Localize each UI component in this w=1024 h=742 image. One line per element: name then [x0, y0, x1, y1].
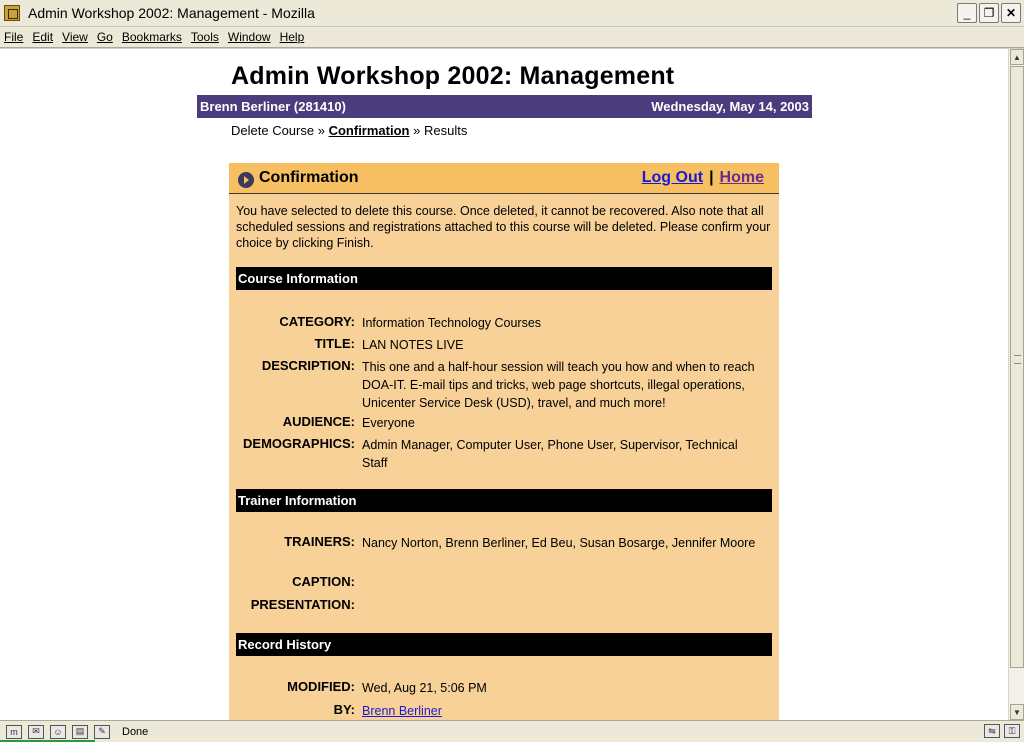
breadcrumb-separator: »	[413, 123, 421, 138]
record-history-heading: Record History	[236, 633, 772, 656]
minimize-button[interactable]: _	[957, 3, 977, 23]
scroll-thumb[interactable]	[1010, 66, 1024, 668]
demographics-value: Admin Manager, Computer User, Phone User…	[362, 438, 738, 470]
trainers-value: Nancy Norton, Brenn Berliner, Ed Beu, Su…	[362, 536, 756, 550]
breadcrumb-delete-course: Delete Course	[231, 123, 315, 138]
menu-file[interactable]: File	[4, 30, 23, 44]
panel-header: Confirmation Log Out | Home	[229, 163, 779, 194]
menu-go[interactable]: Go	[97, 30, 113, 44]
modified-by-link[interactable]: Brenn Berliner	[362, 702, 757, 720]
audience-label: AUDIENCE:	[282, 414, 355, 429]
arrow-right-icon	[238, 172, 254, 188]
menu-tools[interactable]: Tools	[191, 30, 219, 44]
description-label: DESCRIPTION:	[261, 358, 355, 373]
breadcrumb-results: Results	[423, 123, 468, 138]
window-title-bar: Admin Workshop 2002: Management - Mozill…	[0, 0, 1024, 27]
modified-label: MODIFIED:	[287, 679, 355, 694]
window-title: Admin Workshop 2002: Management - Mozill…	[28, 5, 315, 21]
menu-edit[interactable]: Edit	[32, 30, 53, 44]
description-value: This one and a half-hour session will te…	[362, 360, 755, 410]
caption-label: CAPTION:	[292, 574, 355, 589]
presentation-label: PRESENTATION:	[250, 597, 355, 612]
menu-bar: File Edit View Go Bookmarks Tools Window…	[0, 27, 1024, 48]
vertical-scrollbar[interactable]: ▲ ▼	[1008, 49, 1024, 720]
scroll-down-arrow-icon[interactable]: ▼	[1010, 704, 1024, 720]
modified-value: Wed, Aug 21, 5:06 PM	[362, 681, 487, 695]
category-label: CATEGORY:	[279, 314, 355, 329]
mail-icon[interactable]: ✉	[28, 724, 44, 739]
breadcrumb: Delete Course » Confirmation » Results	[231, 123, 467, 138]
title-label: TITLE:	[314, 336, 355, 351]
menu-bookmarks[interactable]: Bookmarks	[122, 30, 182, 44]
audience-value: Everyone	[362, 416, 415, 430]
scroll-up-arrow-icon[interactable]: ▲	[1010, 49, 1024, 65]
breadcrumb-separator: »	[317, 123, 325, 138]
logout-link[interactable]: Log Out	[642, 169, 703, 186]
menu-help[interactable]: Help	[280, 30, 305, 44]
panel-title: Confirmation	[259, 169, 359, 186]
chat-icon[interactable]: ☺	[50, 724, 66, 739]
menu-window[interactable]: Window	[228, 30, 271, 44]
menu-view[interactable]: View	[62, 30, 88, 44]
close-button[interactable]: ✕	[1001, 3, 1021, 23]
trainers-label: TRAINERS:	[284, 534, 355, 549]
title-value: LAN NOTES LIVE	[362, 338, 464, 352]
mozilla-app-icon	[4, 5, 20, 21]
trainer-information-heading: Trainer Information	[236, 489, 772, 512]
breadcrumb-confirmation: Confirmation	[328, 123, 410, 138]
header-links: Log Out | Home	[642, 169, 764, 187]
link-separator: |	[709, 169, 714, 186]
home-link[interactable]: Home	[720, 169, 764, 186]
category-value: Information Technology Courses	[362, 316, 542, 330]
address-book-icon[interactable]: ✎	[94, 724, 110, 739]
user-name: Brenn Berliner (281410)	[200, 99, 346, 114]
confirmation-panel: Confirmation Log Out | Home You have selec…	[229, 163, 779, 720]
navigator-icon[interactable]: m	[6, 724, 22, 739]
window-controls: _ ❐ ✕	[957, 3, 1021, 23]
page-title: Admin Workshop 2002: Management	[231, 62, 675, 90]
course-information-heading: Course Information	[236, 267, 772, 290]
security-lock-icon: ⚿	[1004, 724, 1020, 738]
maximize-button[interactable]: ❐	[979, 3, 999, 23]
status-text: Done	[122, 725, 149, 738]
current-date: Wednesday, May 14, 2003	[651, 99, 809, 114]
online-status-icon[interactable]: ⇋	[984, 724, 1000, 738]
demographics-label: DEMOGRAPHICS:	[243, 436, 355, 451]
page-viewport: Admin Workshop 2002: Management Brenn Be…	[0, 49, 1008, 720]
user-info-bar: Brenn Berliner (281410) Wednesday, May 1…	[197, 95, 812, 118]
status-bar: m ✉ ☺ ▤ ✎ Done ⇋ ⚿	[0, 720, 1024, 742]
composer-icon[interactable]: ▤	[72, 724, 88, 739]
modified-by-label: BY:	[333, 702, 355, 717]
delete-warning-text: You have selected to delete this course.…	[236, 204, 771, 250]
status-indicators: ⇋ ⚿	[984, 724, 1020, 738]
